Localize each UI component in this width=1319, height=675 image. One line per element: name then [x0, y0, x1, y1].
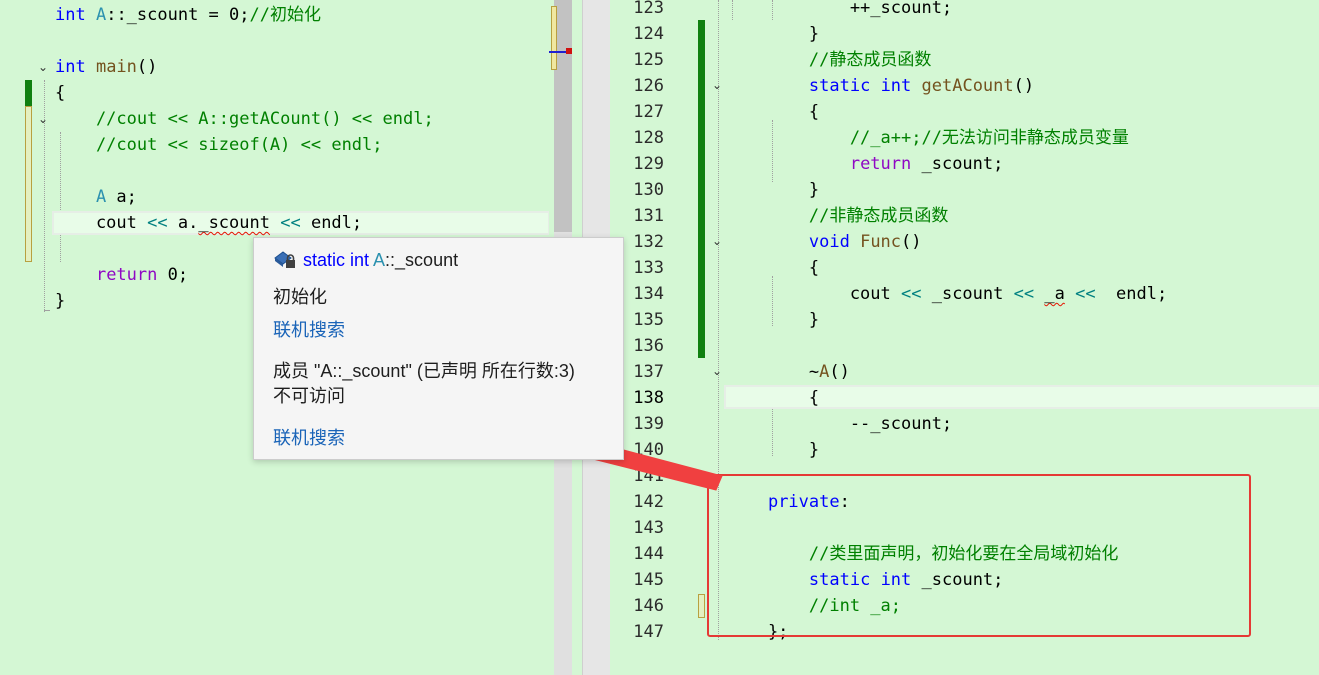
tooltip-error-line2: 不可访问: [273, 386, 345, 406]
tooltip-comment: 初始化: [273, 287, 327, 307]
tooltip-signature: static int A::_scount: [273, 248, 458, 271]
signature-suffix: ::_scount: [385, 250, 459, 270]
online-search-link-error[interactable]: 联机搜索: [273, 428, 345, 448]
online-search-link[interactable]: 联机搜索: [273, 320, 345, 340]
quick-info-tooltip: static int A::_scount 初始化 联机搜索 成员 "A::_s…: [253, 237, 624, 460]
signature-class: A: [373, 250, 386, 270]
field-locked-icon: [274, 251, 295, 268]
annotation-arrow: [355, 365, 723, 491]
signature-prefix: static int: [303, 250, 374, 270]
tooltip-error-line1: 成员 "A::_scount" (已声明 所在行数:3): [273, 361, 575, 381]
